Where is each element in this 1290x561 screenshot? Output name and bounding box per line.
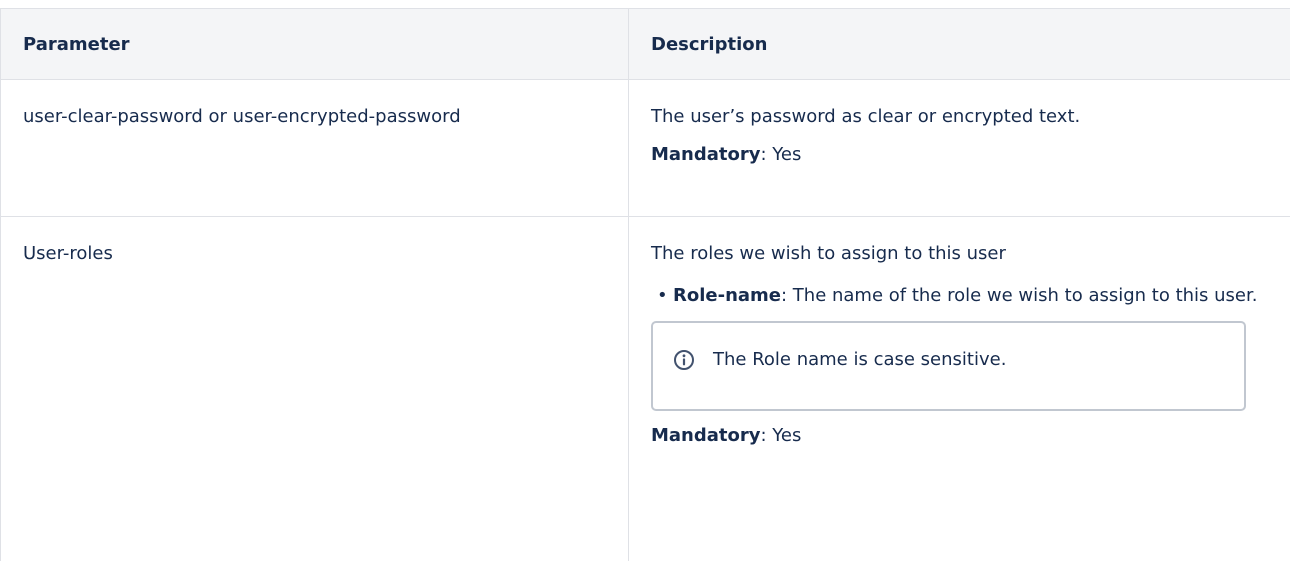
header-parameter: Parameter [1, 9, 629, 80]
bullet-label: Role-name [673, 285, 781, 306]
parameter-table-wrapper: Parameter Description user-clear-passwor… [0, 8, 1290, 561]
mandatory-value: : Yes [761, 144, 802, 165]
description-cell: The roles we wish to assign to this user… [629, 217, 1290, 561]
list-item: • Role-name: The name of the role we wis… [673, 281, 1268, 311]
description-text: The roles we wish to assign to this user [651, 241, 1268, 267]
mandatory-label: Mandatory [651, 144, 761, 165]
info-panel: The Role name is case sensitive. [651, 321, 1246, 411]
mandatory-line: Mandatory: Yes [651, 142, 1268, 168]
mandatory-label: Mandatory [651, 425, 761, 446]
parameter-table: Parameter Description user-clear-passwor… [0, 8, 1290, 561]
mandatory-value: : Yes [761, 425, 802, 446]
table-header-row: Parameter Description [1, 9, 1290, 80]
bullet-text: : The name of the role we wish to assign… [781, 285, 1257, 306]
header-description: Description [629, 9, 1290, 80]
bullet-icon: • [657, 281, 668, 311]
description-text: The user’s password as clear or encrypte… [651, 104, 1268, 130]
param-name: user-clear-password or user-encrypted-pa… [23, 104, 606, 130]
param-name: User-roles [23, 241, 606, 267]
param-cell: user-clear-password or user-encrypted-pa… [1, 80, 629, 217]
param-cell: User-roles [1, 217, 629, 561]
info-text: The Role name is case sensitive. [713, 347, 1006, 373]
description-cell: The user’s password as clear or encrypte… [629, 80, 1290, 217]
roles-list: • Role-name: The name of the role we wis… [651, 281, 1268, 311]
mandatory-line: Mandatory: Yes [651, 423, 1268, 449]
table-row: User-roles The roles we wish to assign t… [1, 217, 1290, 561]
info-circle-icon [673, 349, 695, 371]
table-row: user-clear-password or user-encrypted-pa… [1, 80, 1290, 217]
